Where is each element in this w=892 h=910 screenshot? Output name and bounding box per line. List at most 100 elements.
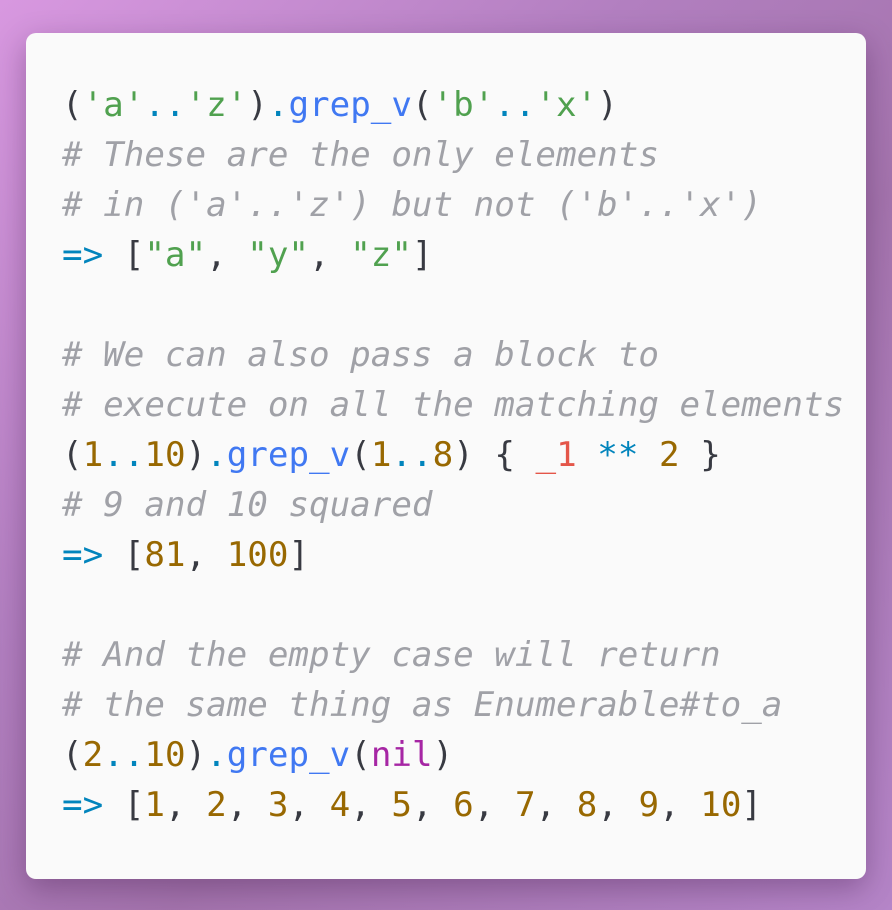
code-operator: .. bbox=[103, 735, 145, 775]
code-operator: => bbox=[62, 785, 104, 825]
code-punctuation: [ bbox=[103, 235, 145, 275]
code-operator: => bbox=[62, 535, 104, 575]
code-operator: . bbox=[267, 85, 289, 125]
code-comment: # We can also pass a block to bbox=[62, 335, 659, 375]
code-comment: # execute on all the matching elements bbox=[62, 385, 845, 425]
code-block: ('a'..'z').grep_v('b'..'x') # These are t… bbox=[62, 80, 844, 830]
code-number: 5 bbox=[391, 785, 412, 825]
code-comment: # And the empty case will return bbox=[62, 635, 721, 675]
code-operator: .. bbox=[103, 435, 145, 475]
code-snippet-card: ('a'..'z').grep_v('b'..'x') # These are t… bbox=[26, 33, 866, 879]
code-punctuation: , bbox=[164, 785, 207, 825]
code-punctuation: , bbox=[206, 235, 248, 275]
code-string: 'x' bbox=[535, 85, 598, 125]
code-number: 6 bbox=[453, 785, 474, 825]
code-string: 'b' bbox=[432, 85, 495, 125]
code-number: 1 bbox=[144, 785, 165, 825]
code-operator: . bbox=[206, 435, 227, 475]
code-number: 100 bbox=[226, 535, 289, 575]
code-string: "z" bbox=[350, 235, 412, 275]
code-punctuation: , bbox=[226, 785, 268, 825]
code-number: 9 bbox=[638, 785, 660, 825]
code-punctuation: , bbox=[659, 785, 701, 825]
code-punctuation: , bbox=[350, 785, 392, 825]
code-punctuation: ( bbox=[350, 735, 371, 775]
code-punctuation: , bbox=[473, 785, 515, 825]
code-number: 3 bbox=[267, 785, 289, 825]
code-punctuation: [ bbox=[103, 785, 145, 825]
code-punctuation: ] bbox=[741, 785, 762, 825]
code-line: ('a'..'z').grep_v('b'..'x') bbox=[62, 80, 844, 130]
code-punctuation: [ bbox=[103, 535, 145, 575]
code-line: (2..10).grep_v(nil) bbox=[62, 730, 844, 780]
code-punctuation: , bbox=[535, 785, 577, 825]
code-punctuation: ] bbox=[411, 235, 433, 275]
code-string: "a" bbox=[144, 235, 207, 275]
code-punctuation: , bbox=[288, 785, 330, 825]
code-comment: # the same thing as Enumerable#to_a bbox=[62, 685, 783, 725]
code-line: => [81, 100] bbox=[62, 530, 844, 580]
code-number: 1 bbox=[370, 435, 392, 475]
code-operator: ** bbox=[597, 435, 639, 475]
code-string: "y" bbox=[247, 235, 310, 275]
code-operator: .. bbox=[144, 85, 186, 125]
code-comment: # 9 and 10 squared bbox=[62, 485, 433, 525]
code-punctuation: , bbox=[597, 785, 639, 825]
code-punctuation: , bbox=[412, 785, 454, 825]
code-punctuation: ) bbox=[185, 735, 207, 775]
code-punctuation: , bbox=[309, 235, 351, 275]
code-punctuation: , bbox=[185, 535, 227, 575]
code-number: 2 bbox=[206, 785, 227, 825]
code-method: grep_v bbox=[226, 735, 351, 775]
code-line: # execute on all the matching elements bbox=[62, 380, 844, 430]
code-punctuation: ] bbox=[288, 535, 310, 575]
code-number: 81 bbox=[144, 535, 186, 575]
code-punctuation: ) bbox=[185, 435, 207, 475]
code-number: 7 bbox=[514, 785, 536, 825]
code-punctuation bbox=[577, 435, 598, 475]
code-line: # 9 and 10 squared bbox=[62, 480, 844, 530]
code-number: 10 bbox=[144, 435, 186, 475]
code-string: 'a' bbox=[82, 85, 145, 125]
code-punctuation: ( bbox=[62, 435, 83, 475]
code-line: => [1, 2, 3, 4, 5, 6, 7, 8, 9, 10] bbox=[62, 780, 844, 830]
code-line: # These are the only elements bbox=[62, 130, 844, 180]
code-punctuation bbox=[638, 435, 659, 475]
code-line: # in ('a'..'z') but not ('b'..'x') bbox=[62, 180, 844, 230]
code-method: grep_v bbox=[288, 85, 412, 125]
code-line: => ["a", "y", "z"] bbox=[62, 230, 844, 280]
code-number: 1 bbox=[82, 435, 104, 475]
code-operator: . bbox=[206, 735, 227, 775]
code-operator: .. bbox=[391, 435, 433, 475]
code-number: 8 bbox=[432, 435, 454, 475]
code-string: 'z' bbox=[185, 85, 248, 125]
code-line: # We can also pass a block to bbox=[62, 330, 844, 380]
code-number: 2 bbox=[659, 435, 680, 475]
code-punctuation: ( bbox=[411, 85, 433, 125]
code-punctuation: ) bbox=[597, 85, 618, 125]
code-number: 8 bbox=[576, 785, 598, 825]
code-comment: # in ('a'..'z') but not ('b'..'x') bbox=[62, 185, 762, 225]
code-line: (1..10).grep_v(1..8) { _1 ** 2 } bbox=[62, 430, 844, 480]
code-line: # the same thing as Enumerable#to_a bbox=[62, 680, 844, 730]
code-punctuation: ) { bbox=[453, 435, 536, 475]
code-punctuation: } bbox=[679, 435, 721, 475]
code-method: grep_v bbox=[226, 435, 351, 475]
code-number: 2 bbox=[82, 735, 104, 775]
code-number: 10 bbox=[144, 735, 186, 775]
code-punctuation: ) bbox=[432, 735, 454, 775]
code-punctuation: ( bbox=[62, 85, 83, 125]
code-number: 10 bbox=[700, 785, 742, 825]
code-line: # And the empty case will return bbox=[62, 630, 844, 680]
code-operator: .. bbox=[494, 85, 536, 125]
code-punctuation: ( bbox=[350, 435, 371, 475]
code-comment: # These are the only elements bbox=[62, 135, 659, 175]
code-number: 4 bbox=[329, 785, 351, 825]
code-punctuation: ( bbox=[62, 735, 83, 775]
code-operator: => bbox=[62, 235, 104, 275]
code-punctuation: ) bbox=[247, 85, 268, 125]
code-keyword: nil bbox=[370, 735, 433, 775]
code-variable: _1 bbox=[535, 435, 577, 475]
